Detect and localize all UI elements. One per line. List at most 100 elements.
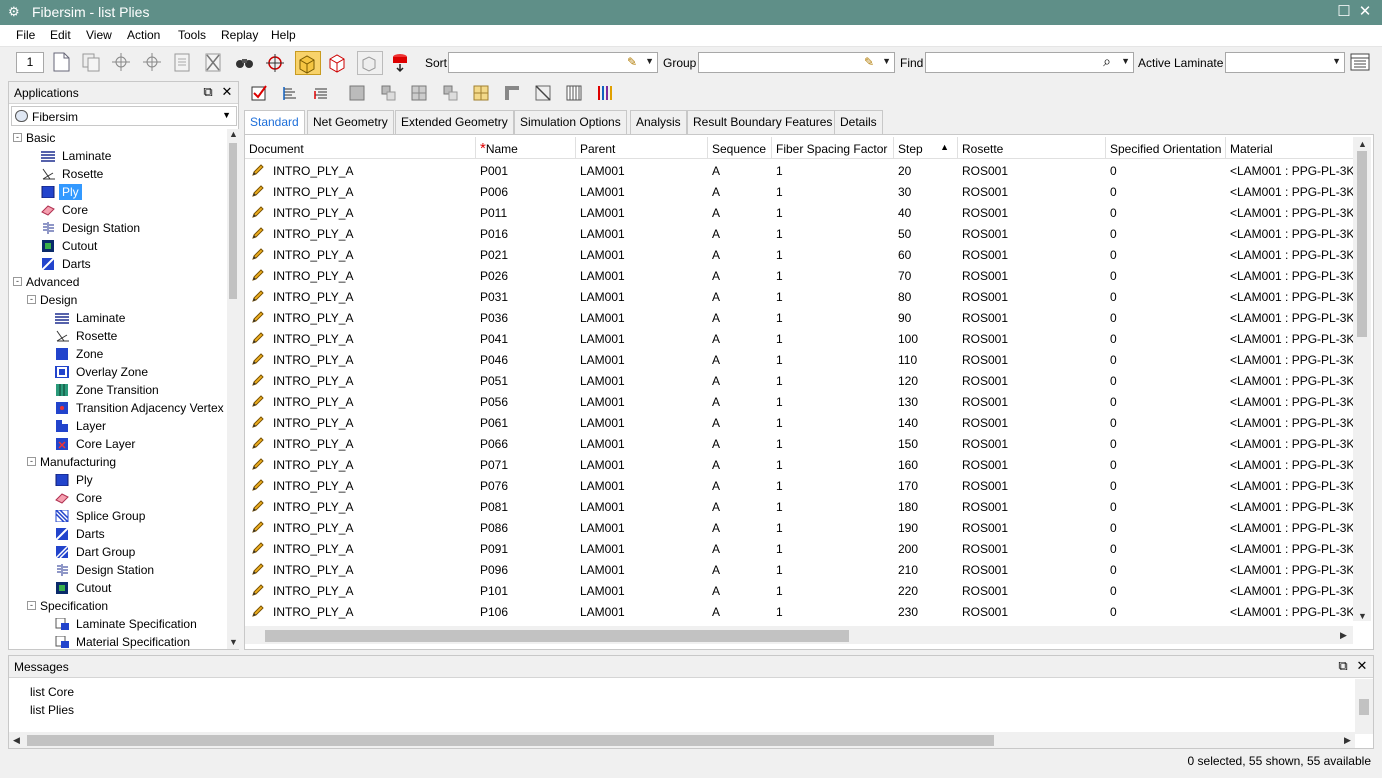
pencil-icon[interactable] xyxy=(251,184,265,198)
tree-item[interactable]: Dart Group xyxy=(9,543,221,561)
table-cell[interactable]: P016 xyxy=(476,223,576,244)
menu-edit[interactable]: Edit xyxy=(50,28,71,42)
table-cell[interactable]: 1 xyxy=(772,307,894,328)
chevron-down-icon[interactable]: ▼ xyxy=(222,110,231,120)
pencil-icon[interactable] xyxy=(251,604,265,618)
table-cell[interactable]: A xyxy=(708,391,772,412)
table-cell[interactable]: <LAM001 : PPG-PL-3K> xyxy=(1226,601,1353,622)
table-cell[interactable]: INTRO_PLY_A xyxy=(269,496,476,517)
table-cell[interactable]: 170 xyxy=(894,475,958,496)
table-row[interactable]: INTRO_PLY_A P081 LAM001 A 1 180 ROS001 0 <LAM001… xyxy=(245,496,1353,517)
table-cell[interactable]: A xyxy=(708,181,772,202)
table-cell[interactable]: A xyxy=(708,202,772,223)
table-cell[interactable]: LAM001 xyxy=(576,391,708,412)
export-icon[interactable] xyxy=(389,51,415,75)
table-row[interactable]: INTRO_PLY_A P011 LAM001 A 1 40 ROS001 0 <LAM001 … xyxy=(245,202,1353,223)
table-cell[interactable]: INTRO_PLY_A xyxy=(269,286,476,307)
table-cell[interactable]: P011 xyxy=(476,202,576,223)
table-cell[interactable]: 0 xyxy=(1106,496,1226,517)
tree-item[interactable]: Darts xyxy=(9,255,221,273)
scroll-down-icon[interactable]: ▼ xyxy=(1358,611,1367,621)
tree-item[interactable]: Laminate xyxy=(9,147,221,165)
table-row[interactable]: INTRO_PLY_A P106 LAM001 A 1 230 ROS001 0 <LAM001… xyxy=(245,601,1353,622)
tree-item[interactable]: Overlay Zone xyxy=(9,363,221,381)
table-cell[interactable]: <LAM001 : PPG-PL-3K> xyxy=(1226,181,1353,202)
table-cell[interactable]: <LAM001 : PPG-PL-3K> xyxy=(1226,538,1353,559)
table-cell[interactable]: INTRO_PLY_A xyxy=(269,181,476,202)
table-cell[interactable]: P056 xyxy=(476,391,576,412)
table-cell[interactable]: 60 xyxy=(894,244,958,265)
pencil-icon[interactable] xyxy=(251,520,265,534)
table-cell[interactable]: INTRO_PLY_A xyxy=(269,601,476,622)
table-cell[interactable]: A xyxy=(708,223,772,244)
table-cell[interactable]: P096 xyxy=(476,559,576,580)
tree-item[interactable]: Zone Transition xyxy=(9,381,221,399)
scroll-up-icon[interactable]: ▲ xyxy=(229,129,238,139)
grid-tool-8-icon[interactable] xyxy=(563,82,589,106)
chevron-down-icon[interactable]: ▼ xyxy=(645,56,654,66)
grid-tool-7-icon[interactable] xyxy=(532,82,558,106)
table-cell[interactable]: 140 xyxy=(894,412,958,433)
restore-panel-icon[interactable]: ⧉ xyxy=(1335,658,1351,674)
table-cell[interactable]: <LAM001 : PPG-PL-3K> xyxy=(1226,475,1353,496)
table-cell[interactable]: ROS001 xyxy=(958,580,1106,601)
table-cell[interactable]: 1 xyxy=(772,202,894,223)
sort-combo[interactable]: ✎ ▼ xyxy=(448,52,658,73)
table-cell[interactable]: <LAM001 : PPG-PL-3K> xyxy=(1226,223,1353,244)
chevron-down-icon[interactable]: ▼ xyxy=(1121,56,1130,66)
table-cell[interactable]: 0 xyxy=(1106,454,1226,475)
table-cell[interactable]: ROS001 xyxy=(958,160,1106,181)
table-cell[interactable]: 0 xyxy=(1106,307,1226,328)
table-cell[interactable]: ROS001 xyxy=(958,286,1106,307)
tree-item[interactable]: Laminate xyxy=(9,309,221,327)
table-cell[interactable]: <LAM001 : PPG-PL-3K> xyxy=(1226,202,1353,223)
wireframe-icon[interactable] xyxy=(357,51,383,75)
target-icon[interactable] xyxy=(264,51,290,75)
table-cell[interactable]: LAM001 xyxy=(576,601,708,622)
table-cell[interactable]: LAM001 xyxy=(576,538,708,559)
table-cell[interactable]: P001 xyxy=(476,160,576,181)
tree-item[interactable]: Layer xyxy=(9,417,221,435)
tree-item[interactable]: Design Station xyxy=(9,561,221,579)
table-cell[interactable]: LAM001 xyxy=(576,475,708,496)
table-cell[interactable]: P046 xyxy=(476,349,576,370)
table-cell[interactable]: 1 xyxy=(772,223,894,244)
grid-tool-4-icon[interactable] xyxy=(439,82,465,106)
table-cell[interactable]: 0 xyxy=(1106,538,1226,559)
table-cell[interactable]: <LAM001 : PPG-PL-3K> xyxy=(1226,412,1353,433)
check-icon[interactable] xyxy=(248,82,274,106)
table-cell[interactable]: 130 xyxy=(894,391,958,412)
table-cell[interactable]: A xyxy=(708,454,772,475)
chevron-down-icon[interactable]: ▼ xyxy=(882,56,891,66)
table-cell[interactable]: A xyxy=(708,601,772,622)
table-cell[interactable]: A xyxy=(708,265,772,286)
column-header[interactable]: Material xyxy=(1226,137,1366,159)
restore-panel-icon[interactable]: ⧉ xyxy=(200,84,216,100)
align-rows-icon[interactable] xyxy=(310,82,336,106)
table-cell[interactable]: 1 xyxy=(772,496,894,517)
column-header[interactable]: Rosette xyxy=(958,137,1106,159)
table-cell[interactable]: 40 xyxy=(894,202,958,223)
table-cell[interactable]: P066 xyxy=(476,433,576,454)
table-cell[interactable]: <LAM001 : PPG-PL-3K> xyxy=(1226,391,1353,412)
table-cell[interactable]: INTRO_PLY_A xyxy=(269,433,476,454)
table-cell[interactable]: LAM001 xyxy=(576,580,708,601)
table-cell[interactable]: ROS001 xyxy=(958,454,1106,475)
table-cell[interactable]: 1 xyxy=(772,265,894,286)
table-cell[interactable]: 1 xyxy=(772,349,894,370)
table-cell[interactable]: ROS001 xyxy=(958,370,1106,391)
table-cell[interactable]: 1 xyxy=(772,433,894,454)
table-cell[interactable]: LAM001 xyxy=(576,349,708,370)
table-row[interactable]: INTRO_PLY_A P001 LAM001 A 1 20 ROS001 0 <LAM001 … xyxy=(245,160,1353,181)
column-header[interactable]: Sequence xyxy=(708,137,772,159)
table-vscroll-thumb[interactable] xyxy=(1357,151,1367,337)
pencil-icon[interactable]: ✎ xyxy=(864,55,874,69)
table-cell[interactable]: ROS001 xyxy=(958,601,1106,622)
table-cell[interactable]: LAM001 xyxy=(576,370,708,391)
close-panel-icon[interactable]: ✕ xyxy=(1354,658,1370,674)
table-row[interactable]: INTRO_PLY_A P031 LAM001 A 1 80 ROS001 0 <LAM001 … xyxy=(245,286,1353,307)
table-cell[interactable]: A xyxy=(708,559,772,580)
table-cell[interactable]: P061 xyxy=(476,412,576,433)
table-row[interactable]: INTRO_PLY_A P071 LAM001 A 1 160 ROS001 0 <LAM001… xyxy=(245,454,1353,475)
menu-view[interactable]: View xyxy=(86,28,112,42)
